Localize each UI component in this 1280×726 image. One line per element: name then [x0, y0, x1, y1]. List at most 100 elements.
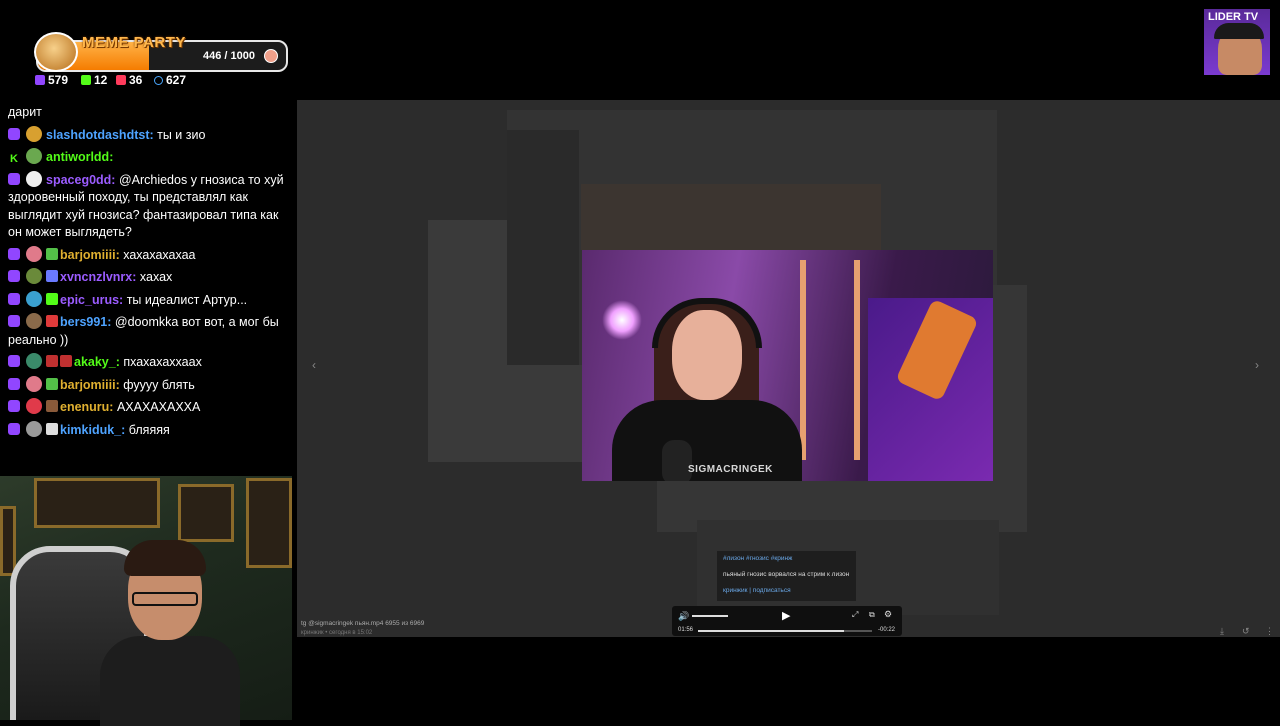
rose-badge-icon [60, 355, 72, 367]
fullscreen-icon[interactable]: ⤢ [852, 610, 858, 620]
volume-icon[interactable]: 🔊 [678, 611, 689, 622]
sprout-badge-icon [46, 247, 58, 260]
video-watermark: SIGMACRINGEK [688, 464, 773, 475]
picture-frame [0, 506, 16, 576]
vk-live-icon [116, 75, 126, 85]
caption-link[interactable]: кринжик | подписаться [723, 583, 850, 599]
chat-message: epic_urus: ты идеалист Артур... [0, 289, 296, 312]
user-avatar [26, 375, 42, 392]
twitch-viewers-count: 579 [48, 73, 69, 87]
chat-message: barjomiiii: фуууу блять [0, 374, 296, 397]
picture-frame [178, 484, 234, 542]
chat-nick[interactable]: enenuru: [60, 400, 113, 414]
vk-viewers-stat: 36 [116, 73, 142, 87]
chat-message-text: ты и зио [153, 127, 206, 142]
video-player-controls: 🔊 ▶ ⤢ ⧉ ⚙ 01:56 -00:22 [672, 606, 902, 636]
chat-nick[interactable]: bers991: [60, 315, 111, 329]
picture-frame [246, 478, 292, 568]
chat-nick[interactable]: antiworldd: [46, 150, 113, 164]
chat-message: slashdotdashdtst: ты и зио [0, 124, 296, 147]
chat-message: kimkiduk_: бляяяя [0, 419, 296, 442]
flower-badge-icon [46, 270, 58, 282]
total-viewers-count: 627 [166, 73, 187, 87]
chat-nick[interactable]: xvncnzlvnrx: [60, 270, 136, 284]
lamp-glow [602, 300, 642, 340]
chat-message-text: хахахахахаа [119, 247, 196, 262]
chat-message-text: хахах [136, 270, 173, 284]
chat-message: bers991: @doomkka вот вот, а мог бы реал… [0, 311, 296, 351]
chat-message-text: ты идеалист Артур... [123, 292, 248, 307]
chat-message-text: АХАХАХАХХА [113, 400, 201, 414]
caption-tags[interactable]: #лизон #гнозис #кринж [723, 551, 850, 567]
vk-viewers-count: 36 [129, 73, 143, 87]
cake-badge-icon [46, 400, 58, 412]
chat-message: akaky_: пхахахаххаах [0, 351, 296, 374]
gift-badge-icon [46, 315, 58, 327]
kick-icon [81, 75, 91, 85]
chat-nick[interactable]: barjomiiii: [60, 248, 120, 262]
shelf [800, 260, 860, 460]
twitch-icon [35, 75, 45, 85]
twitch-icon [8, 172, 20, 185]
twitch-icon [8, 247, 20, 260]
video-frame[interactable]: SIGMACRINGEK [582, 250, 993, 481]
total-viewers-stat: 627 [154, 73, 186, 87]
chat-message: spaceg0dd: @Archiedos у гнозиса то хуй з… [0, 169, 296, 244]
background-sidebar [507, 130, 579, 365]
sprout-badge-icon [46, 377, 58, 390]
logo-text: LIDER TV [1208, 11, 1259, 23]
headset [652, 298, 762, 348]
user-avatar [26, 313, 42, 329]
user-avatar [26, 170, 42, 187]
seek-bar-fill [698, 630, 845, 632]
play-icon[interactable]: ▶ [782, 609, 790, 622]
file-info: tg @sigmacringek пьян.mp4 6955 из 6969 [301, 620, 425, 627]
chat-message-text: фуууу блять [119, 377, 195, 392]
streamer-shirt [100, 636, 240, 726]
next-arrow-icon[interactable]: › [1255, 358, 1259, 372]
chat-message: Kantiworldd: [0, 146, 296, 169]
twitch-icon [8, 377, 20, 390]
kick-viewers-stat: 12 [81, 73, 107, 87]
background-image [581, 184, 881, 250]
chat-nick[interactable]: slashdotdashdtst: [46, 128, 154, 142]
user-avatar [26, 268, 42, 284]
more-options-icon[interactable]: ⋮ [1265, 626, 1274, 637]
twitch-icon [8, 400, 20, 412]
viewers-icon [154, 75, 163, 85]
user-avatar [26, 420, 42, 437]
previous-arrow-icon[interactable]: ‹ [312, 358, 316, 372]
settings-icon[interactable]: ⚙ [884, 609, 892, 620]
channel-logo: LIDER TV [1204, 9, 1270, 75]
volume-slider[interactable] [692, 615, 728, 617]
time-remaining: -00:22 [878, 627, 896, 633]
user-avatar [26, 125, 42, 142]
rotate-icon[interactable]: ↺ [1242, 626, 1250, 637]
user-avatar [26, 245, 42, 262]
chat-message-text: бляяяя [125, 422, 170, 437]
chat-nick[interactable]: kimkiduk_: [60, 423, 125, 437]
twitch-icon [8, 292, 20, 305]
kick-icon: K [8, 151, 20, 165]
chat-message: barjomiiii: хахахахахаа [0, 244, 296, 267]
twitch-icon [8, 270, 20, 282]
post-caption: #лизон #гнозис #кринж пьяный гнозис ворв… [717, 551, 856, 601]
user-avatar [26, 290, 42, 307]
chat-panel: дарит slashdotdashdtst: ты и зио Kantiwo… [0, 100, 296, 476]
chat-nick[interactable]: barjomiiii: [60, 378, 120, 392]
seek-bar[interactable] [698, 630, 872, 632]
user-avatar [26, 398, 42, 414]
chat-nick[interactable]: epic_urus: [60, 293, 123, 307]
chat-message: xvncnzlvnrx: хахах [0, 266, 296, 289]
user-avatar [26, 353, 42, 369]
pip-icon[interactable]: ⧉ [869, 610, 875, 620]
logo-cap [1214, 23, 1264, 39]
chat-message: дарит [0, 100, 296, 124]
doge-avatar-icon [34, 32, 78, 72]
picture-frame [34, 478, 160, 528]
streamer-hair [124, 540, 206, 576]
chat-message: enenuru: АХАХАХАХХА [0, 396, 296, 419]
chat-nick[interactable]: spaceg0dd: [46, 173, 115, 187]
download-icon[interactable]: ⤓ [1220, 626, 1224, 637]
chat-nick[interactable]: akaky_: [74, 355, 120, 369]
